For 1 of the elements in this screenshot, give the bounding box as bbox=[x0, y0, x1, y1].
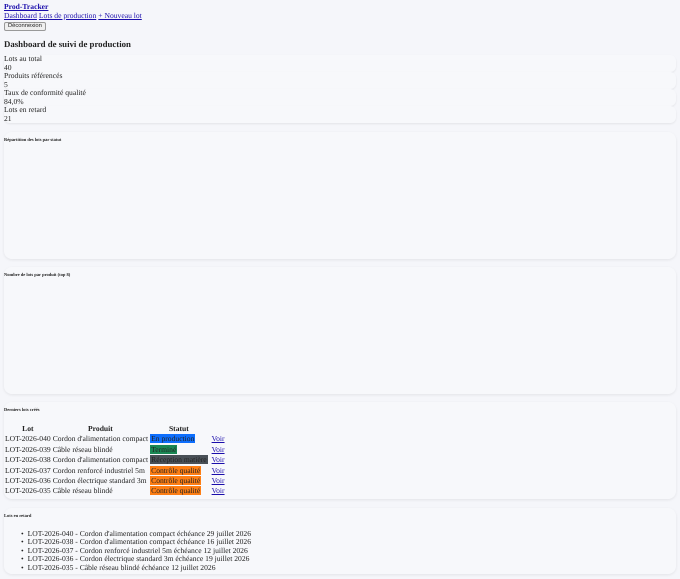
page-heading: Dashboard de suivi de production bbox=[4, 39, 132, 50]
